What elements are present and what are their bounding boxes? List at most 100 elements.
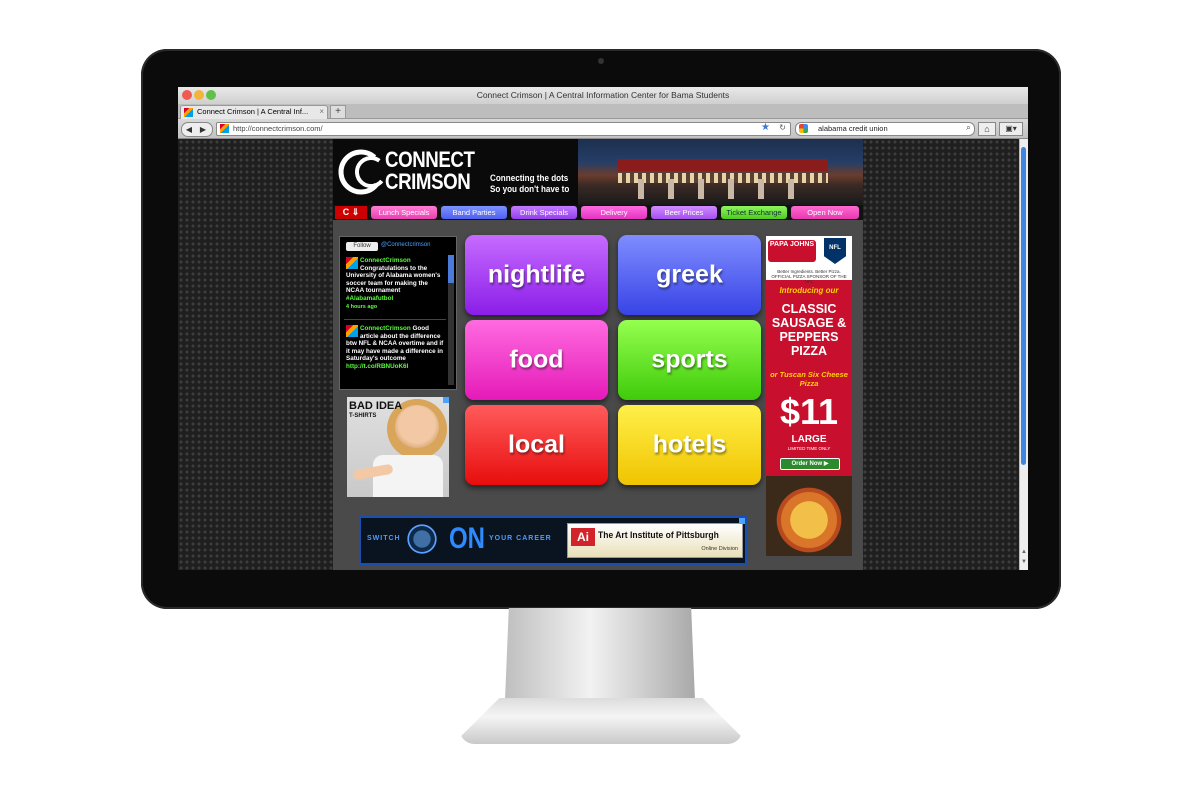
tile-label: greek: [656, 260, 723, 289]
window-title: Connect Crimson | A Central Information …: [476, 90, 730, 100]
papa-johns-slogan: Better Ingredients. Better Pizza. OFFICI…: [768, 269, 850, 284]
papa-johns-intro: Introducing our: [779, 286, 839, 295]
nav-ticket-exchange[interactable]: Ticket Exchange: [721, 206, 787, 219]
tile-local[interactable]: local: [465, 405, 608, 485]
home-button[interactable]: ⌂: [978, 122, 996, 136]
tile-label: food: [509, 345, 564, 374]
tile-hotels[interactable]: hotels: [618, 405, 761, 485]
logo-text-crimson: CRIMSON: [385, 169, 471, 194]
browser-window: Connect Crimson | A Central Information …: [178, 87, 1028, 570]
tile-food[interactable]: food: [465, 320, 608, 400]
tweet: ConnectCrimson Good article about the di…: [346, 325, 446, 371]
tweet: ConnectCrimson Congratulations to the Un…: [346, 257, 446, 311]
stadium-column: [788, 179, 794, 199]
search-icon[interactable]: ⌕: [966, 122, 971, 133]
papa-johns-headline: CLASSIC SAUSAGE & PEPPERS PIZZA: [771, 302, 847, 358]
ai-division: Online Division: [701, 546, 738, 552]
tweet-time[interactable]: 4 hours ago: [346, 304, 377, 310]
twitter-follow-button[interactable]: Follow: [346, 242, 378, 251]
sponsor-text: OFFICIAL PIZZA SPONSOR OF THE NFL: [771, 274, 847, 284]
tab-connect-crimson[interactable]: Connect Crimson | A Central Inf... ×: [180, 105, 328, 119]
art-institute-ad[interactable]: SWITCH ON YOUR CAREER Ai The Art Institu…: [359, 516, 747, 565]
url-bar[interactable]: http://connectcrimson.com/ ★ ↻: [216, 122, 791, 136]
bookmarks-menu-button[interactable]: ▣▾: [999, 122, 1023, 136]
tab-bar: Connect Crimson | A Central Inf... × +: [178, 104, 1028, 119]
tile-label: hotels: [652, 430, 727, 459]
ai-name: The Art Institute of Pittsburgh: [598, 530, 719, 541]
scroll-down-arrow-icon[interactable]: ▼: [1020, 559, 1028, 565]
page-scrollbar[interactable]: ▲ ▼: [1019, 139, 1028, 570]
bookmark-star-icon[interactable]: ★: [761, 122, 770, 133]
tagline-line2: So you don't have to: [490, 184, 570, 194]
monitor-stand-neck: [505, 608, 695, 700]
ad-switch-text: SWITCH: [367, 535, 401, 542]
adchoices-icon[interactable]: [443, 397, 449, 403]
stadium-column: [698, 179, 704, 199]
nav-drink-specials[interactable]: Drink Specials: [511, 206, 577, 219]
nav-delivery[interactable]: Delivery: [581, 206, 647, 219]
avatar: [346, 325, 358, 337]
twitter-scroll-thumb[interactable]: [448, 255, 454, 283]
bad-idea-ad[interactable]: BAD IDEA T-SHIRTS: [347, 397, 449, 497]
stadium-column: [638, 179, 644, 199]
site-favicon-icon: [184, 108, 193, 117]
nfl-shield-icon: NFL: [824, 238, 846, 264]
search-bar[interactable]: alabama credit union ⌕: [795, 122, 975, 136]
papa-johns-ad[interactable]: PAPA JOHNS NFL Better Ingredients. Bette…: [766, 236, 852, 556]
stadium-windows: [618, 173, 828, 183]
avatar: [346, 257, 358, 269]
nav-band-parties[interactable]: Band Parties: [441, 206, 507, 219]
tweet-hashtag[interactable]: #Alabamafutbol: [346, 295, 393, 302]
ad-on-text: ON: [449, 522, 485, 555]
page-scroll-thumb[interactable]: [1021, 147, 1026, 465]
twitter-widget: Follow @Connectcrimson ConnectCrimson Co…: [339, 236, 457, 390]
nav-lunch-specials[interactable]: Lunch Specials: [371, 206, 437, 219]
stadium-column: [758, 179, 764, 199]
nav-open-now[interactable]: Open Now: [791, 206, 859, 219]
back-forward-buttons: ◀ ▶: [181, 122, 213, 137]
twitter-scrollbar[interactable]: [448, 255, 454, 385]
tile-label: local: [508, 430, 565, 459]
tweet-author[interactable]: ConnectCrimson: [360, 257, 411, 264]
twitter-handle[interactable]: @Connectcrimson: [381, 242, 430, 248]
stadium-column: [728, 179, 734, 199]
tile-label: nightlife: [487, 260, 586, 289]
back-arrow-icon[interactable]: ◀: [182, 123, 196, 136]
ai-logo: Ai: [571, 528, 595, 546]
search-input[interactable]: alabama credit union: [818, 124, 888, 133]
tweet-author[interactable]: ConnectCrimson: [360, 325, 411, 332]
tagline: Connecting the dots So you don't have to: [490, 173, 569, 195]
power-button-icon: [407, 524, 437, 554]
tweet-link[interactable]: http://t.co/RBNUoK6I: [346, 363, 408, 370]
adchoices-icon[interactable]: [739, 518, 745, 524]
browser-toolbar: ◀ ▶ http://connectcrimson.com/ ★ ↻ alabam…: [178, 119, 1028, 139]
reload-icon[interactable]: ↻: [779, 123, 786, 132]
url-text: http://connectcrimson.com/: [233, 124, 323, 133]
tile-greek[interactable]: greek: [618, 235, 761, 315]
bad-idea-logo: BAD IDEA T-SHIRTS: [349, 401, 402, 421]
title-bar: Connect Crimson | A Central Information …: [178, 87, 1028, 104]
home-logo-icon[interactable]: C ⇓: [335, 206, 367, 219]
papa-johns-price: $11: [779, 391, 839, 432]
google-search-icon[interactable]: [799, 124, 808, 133]
tweet-text: Congratulations to the University of Ala…: [346, 264, 441, 295]
tile-nightlife[interactable]: nightlife: [465, 235, 608, 315]
close-tab-icon[interactable]: ×: [319, 107, 324, 116]
papa-johns-size: LARGE: [791, 434, 827, 445]
tile-sports[interactable]: sports: [618, 320, 761, 400]
papa-johns-header: PAPA JOHNS NFL Better Ingredients. Bette…: [766, 236, 852, 284]
site-nav: C ⇓ Lunch Specials Band Parties Drink Sp…: [333, 205, 863, 220]
stadium-band: [618, 159, 828, 171]
forward-arrow-icon[interactable]: ▶: [196, 123, 210, 136]
site-header: CONNECT CRIMSON Connecting the dots So y…: [333, 139, 863, 205]
tile-label: sports: [651, 345, 728, 374]
ad-career-text: YOUR CAREER: [489, 535, 552, 542]
stadium-photo: [578, 139, 863, 205]
tagline-line1: Connecting the dots: [490, 173, 569, 183]
scroll-up-arrow-icon[interactable]: ▲: [1020, 549, 1028, 555]
site-page: CONNECT CRIMSON Connecting the dots So y…: [333, 139, 863, 570]
art-institute-logo-box: Ai The Art Institute of Pittsburgh Onlin…: [567, 523, 743, 558]
order-now-button[interactable]: Order Now ▶: [780, 458, 840, 470]
nav-beer-prices[interactable]: Beer Prices: [651, 206, 717, 219]
new-tab-button[interactable]: +: [330, 105, 346, 119]
